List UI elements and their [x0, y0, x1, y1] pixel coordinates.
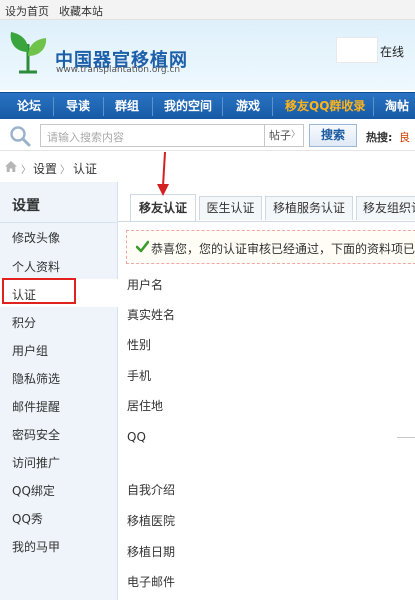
sidebar-item-email-alerts[interactable]: 邮件提醒	[12, 398, 60, 415]
field-label-email: 电子邮件	[127, 575, 176, 589]
logo-url: www.transplantation.org.cn	[56, 65, 181, 75]
nav-divider	[222, 97, 223, 116]
home-icon[interactable]	[5, 161, 17, 172]
leaf-logo-icon	[10, 32, 47, 74]
sidebar-item-avatar[interactable]: 修改头像	[12, 229, 60, 246]
bookmark-link[interactable]: 收藏本站	[59, 3, 103, 19]
online-status: 在线	[380, 45, 405, 59]
sidebar-item-privacy[interactable]: 隐私筛选	[12, 370, 60, 387]
hot-search-label: 热搜:	[366, 131, 393, 144]
nav-item-forum[interactable]: 论坛	[17, 93, 41, 120]
tab-doctor-verification[interactable]: 医生认证	[199, 196, 262, 220]
sidebar-item-usergroup[interactable]: 用户组	[12, 342, 48, 359]
chevron-right-icon: 〉	[290, 130, 300, 140]
sidebar-item-qq-bind[interactable]: QQ绑定	[12, 482, 55, 499]
sidebar-item-password[interactable]: 密码安全	[12, 426, 60, 443]
sidebar-divider	[0, 222, 118, 223]
sidebar-item-credits[interactable]: 积分	[12, 314, 36, 331]
nav-item-taotie[interactable]: 淘帖	[385, 93, 409, 120]
nav-item-groups[interactable]: 群组	[115, 93, 139, 120]
field-label-qq: QQ	[127, 430, 146, 444]
field-label-hospital: 移植医院	[127, 514, 176, 528]
breadcrumb-separator: 〉	[21, 165, 31, 176]
nav-item-qq-groups[interactable]: 移友QQ群收录	[285, 93, 365, 120]
tab-transplant-service-verification[interactable]: 移植服务认证	[265, 196, 353, 220]
tab-patient-verification[interactable]: 移友认证	[130, 194, 196, 222]
nav-divider	[272, 97, 273, 116]
sidebar-item-profile[interactable]: 个人资料	[12, 258, 60, 275]
nav-item-my-space[interactable]: 我的空间	[164, 93, 212, 120]
field-label-transplant-date: 移植日期	[127, 545, 176, 559]
search-type-select[interactable]: 帖子 〉	[265, 124, 304, 147]
field-label-username: 用户名	[127, 278, 164, 292]
check-icon	[136, 240, 149, 253]
tab-organization-verification[interactable]: 移友组织认	[356, 196, 415, 220]
field-label-real-name: 真实姓名	[127, 308, 176, 322]
main-nav: 论坛 导读 群组 我的空间 游戏 移友QQ群收录 淘帖	[0, 92, 415, 119]
settings-sidebar: 设置 修改头像 个人资料 认证 积分 用户组 隐私筛选 邮件提醒 密码安全 访问…	[0, 182, 118, 600]
field-label-bio: 自我介绍	[127, 483, 176, 497]
notice-text: 恭喜您，您的认证审核已经通过，下面的资料项已经	[151, 242, 415, 256]
breadcrumb-separator: 〉	[60, 165, 70, 176]
search-button[interactable]: 搜索	[309, 124, 357, 147]
qq-input-edge[interactable]	[397, 437, 415, 438]
avatar[interactable]	[336, 37, 378, 63]
nav-divider	[373, 97, 374, 116]
tabs-underline	[118, 221, 415, 222]
site-logo[interactable]: 中国器官移植网 www.transplantation.org.cn	[5, 30, 195, 75]
sidebar-item-alt-accounts[interactable]: 我的马甲	[12, 538, 60, 555]
top-utility-bar: 设为首页 收藏本站	[0, 0, 415, 20]
hot-search-link[interactable]: 良	[399, 129, 410, 145]
field-label-mobile: 手机	[127, 369, 152, 383]
search-icon	[10, 126, 31, 147]
nav-item-games[interactable]: 游戏	[236, 93, 260, 120]
success-notice: 恭喜您，您的认证审核已经通过，下面的资料项已经	[126, 230, 415, 264]
field-label-residence: 居住地	[127, 399, 164, 413]
sidebar-item-promotion[interactable]: 访问推广	[12, 454, 60, 471]
search-bar: 请输入搜索内容 帖子 〉 搜索 热搜: 良	[0, 119, 415, 151]
sidebar-title: 设置	[12, 198, 40, 214]
field-label-gender: 性别	[127, 338, 152, 352]
nav-divider	[53, 97, 54, 116]
annotation-highlight-box	[2, 278, 76, 304]
breadcrumb-settings[interactable]: 设置	[33, 160, 57, 177]
breadcrumb-verification: 认证	[73, 162, 98, 176]
nav-divider	[103, 97, 104, 116]
sidebar-item-qq-show[interactable]: QQ秀	[12, 510, 43, 527]
search-input[interactable]: 请输入搜索内容	[40, 124, 265, 147]
breadcrumb: 〉 设置 〉 认证	[0, 153, 415, 181]
set-home-link[interactable]: 设为首页	[5, 3, 49, 19]
nav-divider	[152, 97, 153, 116]
search-type-label: 帖子	[269, 129, 291, 142]
nav-item-guide[interactable]: 导读	[66, 93, 90, 120]
verification-tabs: 移友认证 医生认证 移植服务认证 移友组织认	[118, 182, 415, 222]
site-header: 中国器官移植网 www.transplantation.org.cn 在线	[0, 20, 415, 90]
